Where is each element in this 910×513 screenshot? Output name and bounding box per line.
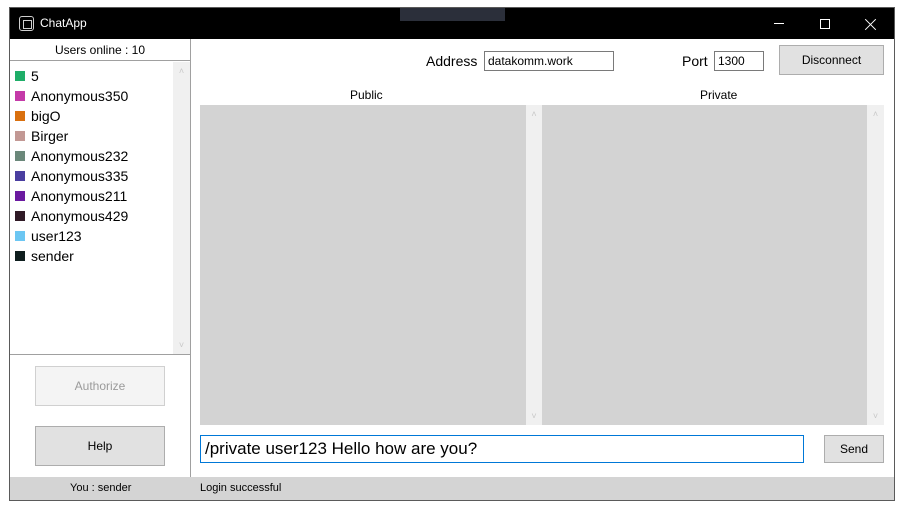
address-label: Address [426, 53, 478, 69]
user-name: 5 [31, 68, 39, 84]
scroll-up-icon[interactable]: ˄ [173, 66, 190, 76]
port-label: Port [682, 53, 708, 69]
user-item[interactable]: 5 [15, 66, 39, 86]
private-label: Private [700, 88, 738, 102]
authorize-button[interactable]: Authorize [35, 366, 165, 406]
private-scrollbar[interactable]: ˄ ˅ [867, 105, 884, 425]
user-item[interactable]: Birger [15, 126, 68, 146]
user-item[interactable]: user123 [15, 226, 82, 246]
user-color-swatch [15, 111, 25, 121]
message-input[interactable]: /private user123 Hello how are you? [200, 435, 804, 463]
close-button[interactable] [848, 8, 894, 39]
scroll-down-icon[interactable]: ˅ [526, 411, 542, 421]
user-name: sender [31, 248, 74, 264]
help-button[interactable]: Help [35, 426, 165, 466]
user-name: Anonymous429 [31, 208, 129, 224]
users-online-header: Users online : 10 [10, 39, 190, 61]
user-color-swatch [15, 91, 25, 101]
scroll-up-icon[interactable]: ˄ [867, 109, 884, 119]
status-message: Login successful [200, 482, 282, 494]
title-bar-tab [400, 8, 505, 21]
user-color-swatch [15, 171, 25, 181]
scroll-up-icon[interactable]: ˄ [526, 109, 542, 119]
minimize-button[interactable] [756, 8, 802, 39]
user-color-swatch [15, 211, 25, 221]
user-item[interactable]: Anonymous232 [15, 146, 128, 166]
user-item[interactable]: sender [15, 246, 74, 266]
users-list[interactable]: 5 Anonymous350 bigO Birger Anonymous232 … [10, 62, 190, 355]
user-name: Anonymous350 [31, 88, 129, 104]
user-color-swatch [15, 231, 25, 241]
user-name: Birger [31, 128, 69, 144]
address-input[interactable]: datakomm.work [484, 51, 614, 71]
title-bar[interactable]: ChatApp [10, 8, 894, 39]
user-name: bigO [31, 108, 61, 124]
user-item[interactable]: Anonymous211 [15, 186, 127, 206]
user-item[interactable]: Anonymous429 [15, 206, 128, 226]
public-label: Public [350, 88, 383, 102]
user-name: Anonymous335 [31, 168, 129, 184]
chatapp-window: ChatApp Users online : 10 5 Anonymous350… [9, 7, 895, 501]
user-name: Anonymous232 [31, 148, 129, 164]
private-chat-box[interactable] [542, 105, 867, 425]
maximize-icon [820, 18, 830, 29]
users-panel: Users online : 10 5 Anonymous350 bigO Bi… [10, 39, 191, 477]
user-color-swatch [15, 151, 25, 161]
window-title: ChatApp [40, 16, 87, 30]
user-name: user123 [31, 228, 82, 244]
status-bar: You : sender Login successful [10, 477, 894, 500]
user-name: Anonymous211 [31, 188, 128, 204]
minimize-icon [774, 23, 784, 24]
maximize-button[interactable] [802, 8, 848, 39]
port-input[interactable]: 1300 [714, 51, 764, 71]
public-scrollbar[interactable]: ˄ ˅ [526, 105, 542, 425]
users-scrollbar[interactable]: ˄ ˅ [173, 62, 190, 354]
public-chat-box[interactable] [200, 105, 526, 425]
user-item[interactable]: bigO [15, 106, 61, 126]
user-item[interactable]: Anonymous335 [15, 166, 128, 186]
user-color-swatch [15, 251, 25, 261]
send-button[interactable]: Send [824, 435, 884, 463]
scroll-down-icon[interactable]: ˅ [867, 411, 884, 421]
user-color-swatch [15, 71, 25, 81]
user-color-swatch [15, 191, 25, 201]
current-user-status: You : sender [70, 482, 132, 494]
app-icon [19, 16, 34, 31]
close-icon [865, 18, 877, 30]
user-item[interactable]: Anonymous350 [15, 86, 128, 106]
user-color-swatch [15, 131, 25, 141]
scroll-down-icon[interactable]: ˅ [173, 340, 190, 350]
disconnect-button[interactable]: Disconnect [779, 45, 884, 75]
